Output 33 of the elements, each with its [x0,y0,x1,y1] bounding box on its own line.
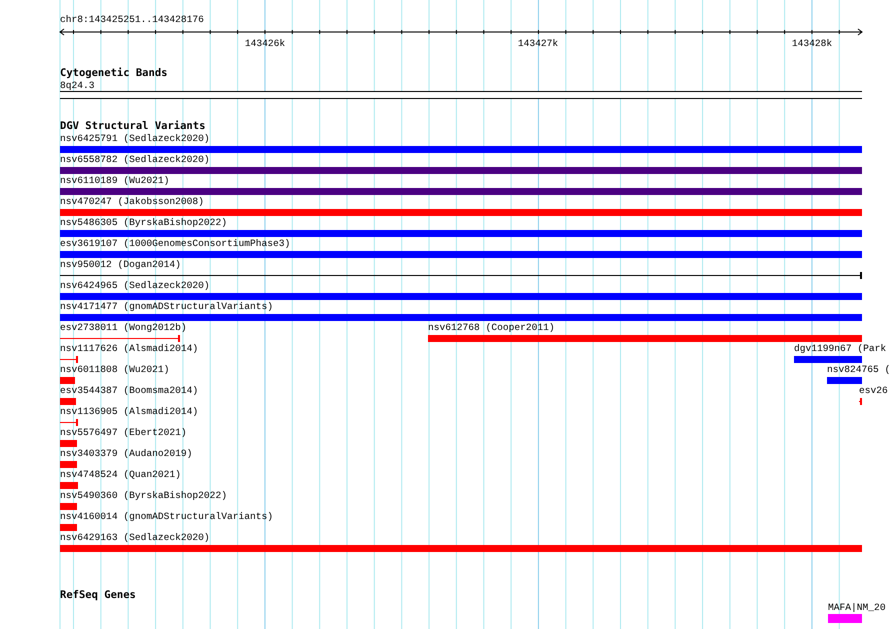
variant-label: nsv4160014 (gnomADStructuralVariants) [60,511,274,523]
variant-label: nsv1136905 (Alsmadi2014) [60,406,198,418]
variant-label: nsv4748524 (Quan2021) [60,469,181,481]
variant-label: nsv5576497 (Ebert2021) [60,427,187,439]
variant-label: nsv470247 (Jakobsson2008) [60,196,204,208]
variant-label: nsv5490360 (ByrskaBishop2022) [60,490,227,502]
location-label: chr8:143425251..143428176 [60,14,204,26]
variant-label: esv26 [859,385,888,397]
variant-label: nsv6558782 (Sedlazeck2020) [60,154,210,166]
variant-label: nsv6110189 (Wu2021) [60,175,170,187]
variant-label: dgv1199n67 (Park [794,343,886,355]
ruler-tick-label: 143428k [792,38,832,50]
band-label: 8q24.3 [60,80,95,91]
variant-label: nsv3403379 (Audano2019) [60,448,192,460]
track-title: Cytogenetic Bands [60,67,168,80]
variant-label: nsv824765 ( [827,364,890,376]
variant-label: esv2738011 (Wong2012b) [60,322,187,334]
ruler-tick-label: 143426k [244,38,286,50]
variant-label: nsv950012 (Dogan2014) [60,259,181,271]
ruler-tick-label: 143427k [518,38,558,50]
variant-label: nsv6425791 (Sedlazeck2020) [60,133,210,145]
variant-label: nsv5486305 (ByrskaBishop2022) [60,217,227,229]
variant-label: esv3619107 (1000GenomesConsortiumPhase3) [60,238,290,250]
variant-label: nsv612768 (Cooper2011) [428,322,555,334]
variant-label: nsv1117626 (Alsmadi2014) [60,343,198,355]
track-title: DGV Structural Variants [60,120,206,133]
variant-label: nsv6429163 (Sedlazeck2020) [60,532,210,544]
gene-label: MAFA|NM_20 [828,602,886,614]
variant-label: nsv6424965 (Sedlazeck2020) [60,280,210,292]
variant-label: nsv6011808 (Wu2021) [60,364,170,376]
variant-label: esv3544387 (Boomsma2014) [60,385,198,397]
track-title: RefSeq Genes [60,589,136,602]
variant-label: nsv4171477 (gnomADStructuralVariants) [60,301,274,313]
